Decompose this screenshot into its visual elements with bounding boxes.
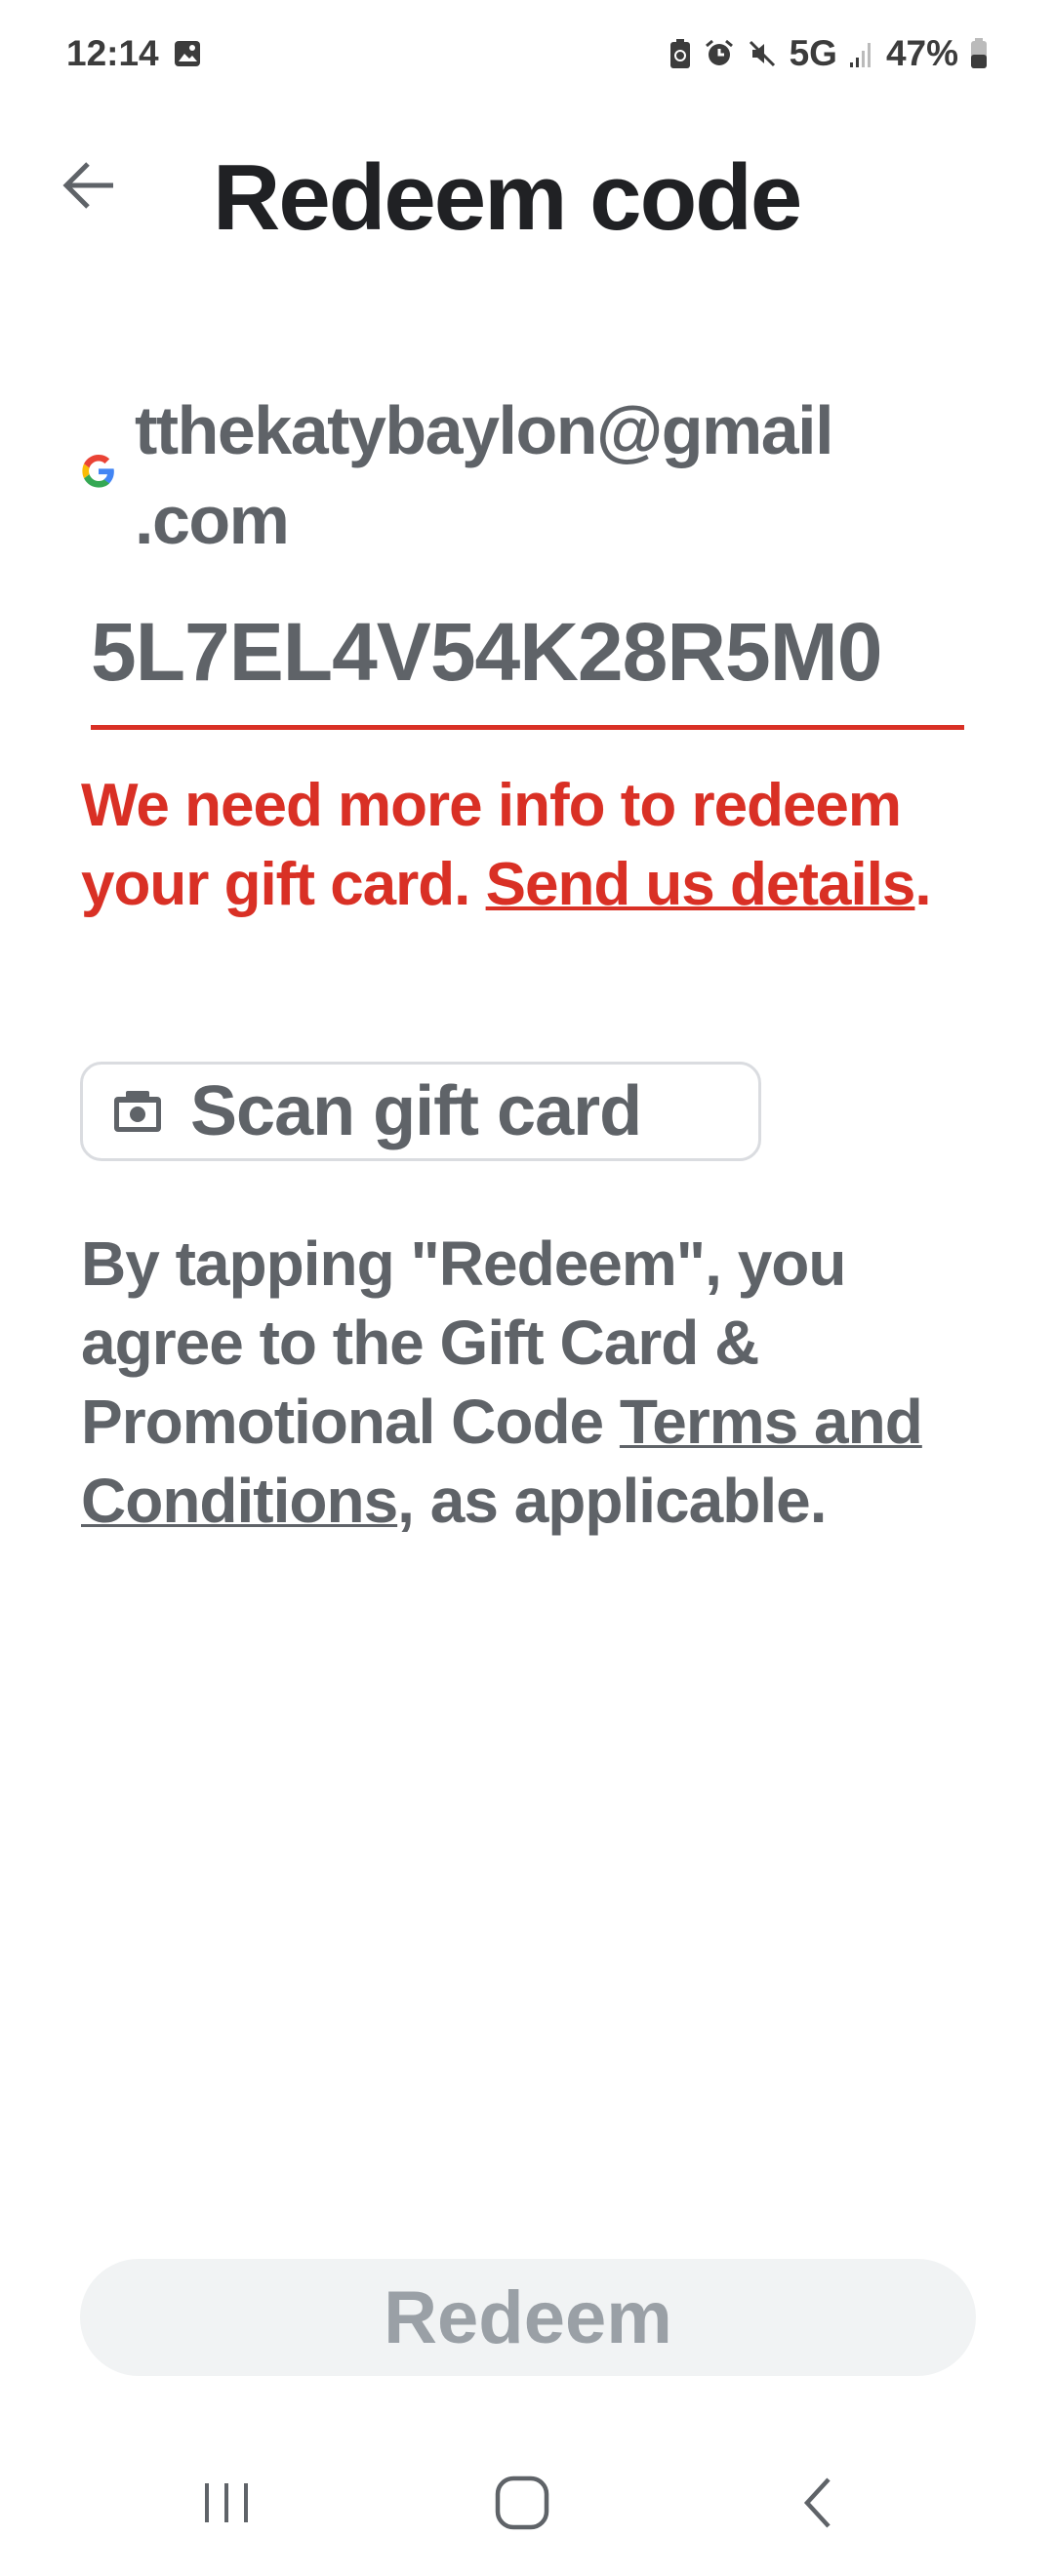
scan-gift-card-button[interactable]: Scan gift card [80, 1062, 761, 1161]
back-button[interactable] [59, 154, 121, 217]
terms-text: By tapping "Redeem", you agree to the Gi… [81, 1225, 959, 1541]
page-title: Redeem code [213, 145, 802, 250]
code-input[interactable]: 5L7EL4V54K28R5M0 [91, 605, 964, 700]
error-suffix: . [914, 851, 931, 918]
alarm-icon [705, 39, 733, 65]
redeem-button[interactable]: Redeem [80, 2259, 976, 2376]
terms-suffix: , as applicable. [397, 1466, 827, 1536]
email-line-2: .com [135, 482, 290, 558]
account-email: tthekatybaylon@gmail .com [135, 385, 1013, 565]
recent-apps-button[interactable] [192, 2469, 261, 2537]
status-bar: 12:14 5G 47% [0, 29, 1054, 84]
error-message: We need more info to redeem your gift ca… [81, 766, 979, 924]
code-input-underline [91, 725, 964, 730]
battery-percent: 47% [885, 33, 958, 73]
image-icon [174, 41, 200, 66]
home-icon [495, 2475, 549, 2530]
scan-gift-card-label: Scan gift card [190, 1072, 642, 1150]
battery-saver-icon [669, 39, 690, 68]
status-time: 12:14 [66, 33, 202, 74]
signal-icon [849, 43, 871, 67]
home-button[interactable] [488, 2469, 556, 2537]
camera-icon [114, 1091, 161, 1132]
nav-back-button[interactable] [784, 2469, 852, 2537]
mute-icon [749, 40, 775, 67]
google-g-icon [82, 454, 114, 488]
network-type: 5G [789, 33, 837, 73]
send-details-link[interactable]: Send us details [486, 851, 916, 918]
status-icons: 5G 47% [669, 33, 988, 74]
back-icon [803, 2477, 831, 2528]
battery-icon [971, 38, 987, 68]
clock: 12:14 [66, 33, 159, 73]
arrow-left-icon [62, 162, 113, 209]
email-line-1: tthekatybaylon@gmail [135, 392, 834, 468]
recent-apps-icon [205, 2483, 248, 2522]
